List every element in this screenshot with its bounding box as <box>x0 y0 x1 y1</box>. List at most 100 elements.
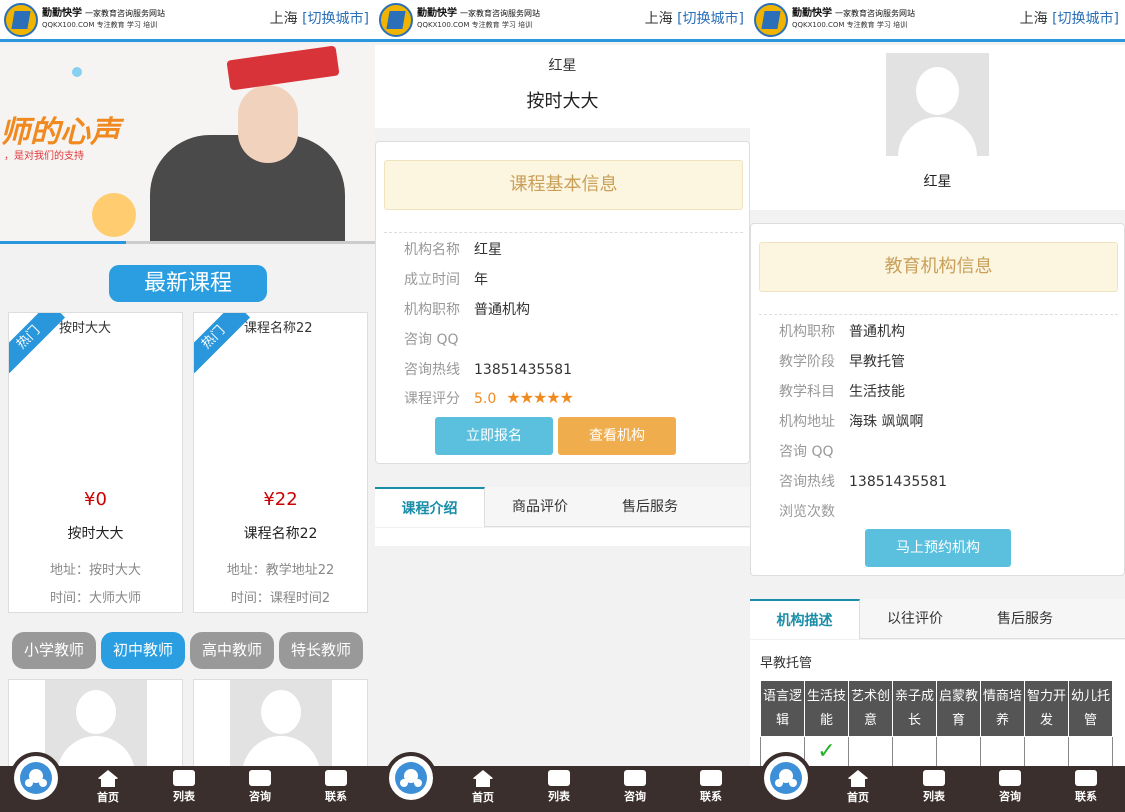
list-icon <box>548 770 570 786</box>
brand-domain: QQKX100.COM 专注教育 学习 培训 <box>42 21 158 29</box>
city-selector[interactable]: 上海 [切换城市] <box>645 8 744 28</box>
panel-heading: 课程基本信息 <box>384 160 743 210</box>
carousel-indicator[interactable] <box>126 241 375 244</box>
nav-consult[interactable]: 咨询 <box>235 770 285 804</box>
home-icon <box>97 770 119 787</box>
tab-special-teacher[interactable]: 特长教师 <box>279 632 363 669</box>
section-title: 最新课程 <box>109 265 267 302</box>
check-icon: ✓ <box>804 736 849 767</box>
course-price: ¥22 <box>263 489 298 510</box>
table-header: 幼儿托管 <box>1068 680 1113 737</box>
user-center-icon[interactable] <box>760 752 812 804</box>
brand-name: 勤勤快学 一家教育咨询服务网站 <box>42 8 165 19</box>
tab-org-description[interactable]: 机构描述 <box>750 599 860 639</box>
table-header: 智力开发 <box>1024 680 1069 737</box>
tab-after-sales[interactable]: 售后服务 <box>595 487 705 527</box>
nav-contact[interactable]: 联系 <box>311 770 361 804</box>
course-image[interactable]: 课程名称22 <box>244 317 313 336</box>
switch-city-link[interactable]: [切换城市] <box>677 11 744 27</box>
org-description-text: 早教托管 <box>760 656 813 671</box>
site-logo[interactable] <box>754 3 788 37</box>
avatar <box>45 680 147 770</box>
city-selector[interactable]: 上海 [切换城市] <box>270 8 369 28</box>
switch-city-link[interactable]: [切换城市] <box>1052 11 1119 27</box>
nav-home[interactable]: 首页 <box>833 770 883 805</box>
brand-name: 勤勤快学 一家教育咨询服务网站 <box>417 8 540 19</box>
course-hero: 红星 按时大大 <box>375 45 750 128</box>
table-header: 生活技能 <box>804 680 849 737</box>
nav-contact[interactable]: 联系 <box>1061 770 1111 804</box>
check-icon <box>936 736 981 767</box>
site-logo[interactable] <box>4 3 38 37</box>
course-tabs: 课程介绍 商品评价 售后服务 <box>375 487 750 527</box>
nav-consult[interactable]: 咨询 <box>985 770 1035 804</box>
home-screen: 勤勤快学 一家教育咨询服务网站 QQKX100.COM 专注教育 学习 培训 上海… <box>0 0 375 812</box>
nav-home[interactable]: 首页 <box>83 770 133 805</box>
book-org-button[interactable]: 马上预约机构 <box>865 529 1011 567</box>
nav-list[interactable]: 列表 <box>159 770 209 804</box>
course-card[interactable]: 热门 课程名称22 ¥22 课程名称22 地址：教学地址22 时间：课程时间2 <box>193 312 368 613</box>
info-row: 机构职称 普通机构 <box>779 324 905 340</box>
tab-course-intro[interactable]: 课程介绍 <box>375 487 485 527</box>
tab-after-sales[interactable]: 售后服务 <box>970 599 1080 639</box>
org-avatar <box>886 53 989 156</box>
info-row: 咨询热线 13851435581 <box>779 474 947 490</box>
org-tabs: 机构描述 以往评价 售后服务 <box>750 599 1125 639</box>
hot-badge: 热门 <box>194 313 251 373</box>
promo-banner[interactable]: 师的心声 ，是对我们的支持 <box>0 45 375 241</box>
divider <box>384 232 743 233</box>
hot-badge: 热门 <box>9 313 66 373</box>
course-name[interactable]: 课程名称22 <box>194 523 367 543</box>
course-info-panel: 课程基本信息 机构名称 红星 成立时间年 机构职称 普通机构 咨询 QQ 咨询热线 1… <box>375 141 750 464</box>
brand-name: 勤勤快学 一家教育咨询服务网站 <box>792 8 915 19</box>
tab-junior-teacher[interactable]: 初中教师 <box>101 632 185 669</box>
info-row: 咨询 QQ <box>779 444 834 460</box>
info-row: 教学科目 生活技能 <box>779 384 905 400</box>
chat-icon <box>999 770 1021 786</box>
star-rating-icon: ★★★★★ <box>506 388 574 407</box>
chat-icon <box>624 770 646 786</box>
user-center-icon[interactable] <box>10 752 62 804</box>
nav-list[interactable]: 列表 <box>909 770 959 804</box>
check-icon <box>1024 736 1069 767</box>
course-name[interactable]: 按时大大 <box>9 523 182 543</box>
tab-content <box>375 528 750 546</box>
teacher-card[interactable] <box>193 679 368 779</box>
info-row: 咨询 QQ <box>404 332 459 348</box>
banner-subline: ，是对我们的支持 <box>4 151 84 162</box>
info-row: 咨询热线 13851435581 <box>404 362 572 378</box>
nav-list[interactable]: 列表 <box>534 770 584 804</box>
user-center-icon[interactable] <box>385 752 437 804</box>
banner-book <box>226 45 340 91</box>
category-table: 语言逻辑 生活技能 艺术创意 亲子成长 启蒙教育 情商培养 智力开发 幼儿托管 … <box>760 680 1113 767</box>
bottom-nav: 首页 列表 咨询 联系 <box>0 752 375 812</box>
decor-dot <box>92 193 136 237</box>
bottom-nav: 首页 列表 咨询 联系 <box>375 752 750 812</box>
view-org-button[interactable]: 查看机构 <box>558 417 676 455</box>
avatar <box>230 680 332 770</box>
info-row: 教学阶段 早教托管 <box>779 354 905 370</box>
carousel-indicator-active[interactable] <box>0 241 126 244</box>
org-detail-screen: 勤勤快学 一家教育咨询服务网站 QQKX100.COM 专注教育 学习 培训 上海… <box>750 0 1125 812</box>
course-image[interactable]: 按时大大 <box>59 317 111 336</box>
nav-consult[interactable]: 咨询 <box>610 770 660 804</box>
nav-home[interactable]: 首页 <box>458 770 508 805</box>
tab-reviews[interactable]: 商品评价 <box>485 487 595 527</box>
course-card[interactable]: 热门 按时大大 ¥0 按时大大 地址：按时大大 时间：大师大师 <box>8 312 183 613</box>
tab-senior-teacher[interactable]: 高中教师 <box>190 632 274 669</box>
switch-city-link[interactable]: [切换城市] <box>302 11 369 27</box>
list-icon <box>173 770 195 786</box>
tab-past-reviews[interactable]: 以往评价 <box>860 599 970 639</box>
enroll-button[interactable]: 立即报名 <box>435 417 553 455</box>
tab-primary-teacher[interactable]: 小学教师 <box>12 632 96 669</box>
info-row: 机构名称 红星 <box>404 242 502 258</box>
site-logo[interactable] <box>379 3 413 37</box>
course-price: ¥0 <box>84 489 107 510</box>
course-time: 时间：课程时间2 <box>230 591 331 606</box>
list-icon <box>923 770 945 786</box>
city-selector[interactable]: 上海 [切换城市] <box>1020 8 1119 28</box>
nav-contact[interactable]: 联系 <box>686 770 736 804</box>
check-icon <box>1068 736 1113 767</box>
rating-row: 课程评分 5.0 ★★★★★ <box>404 388 574 407</box>
table-header: 启蒙教育 <box>936 680 981 737</box>
